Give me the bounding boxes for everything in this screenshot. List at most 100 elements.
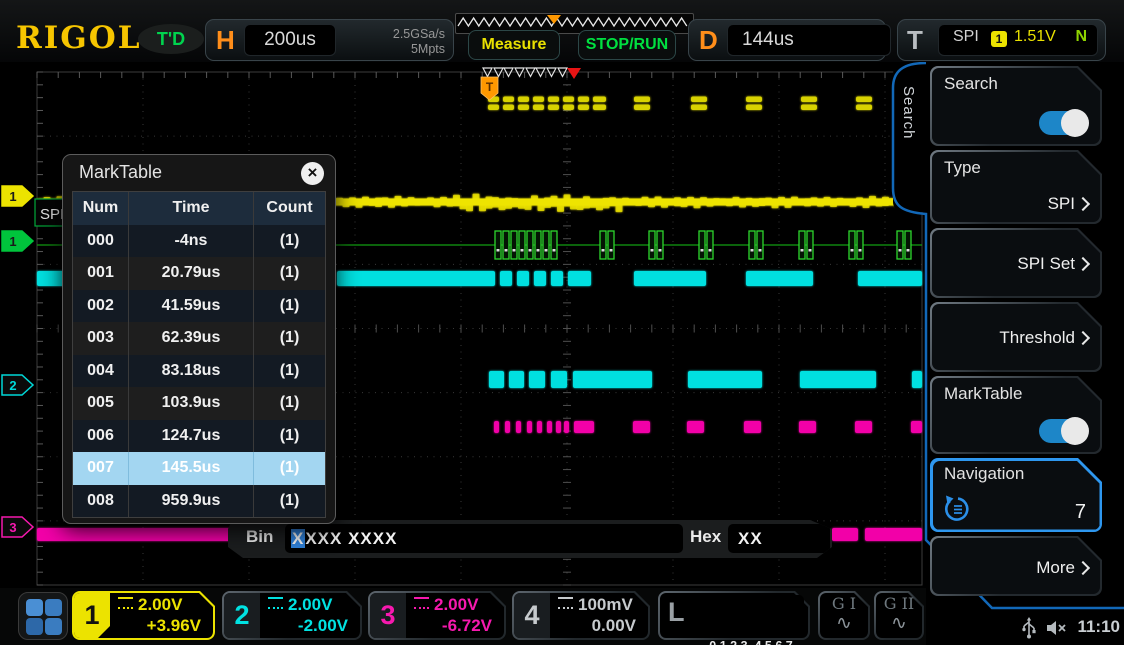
memory-depth: 5Mpts [393, 42, 445, 57]
generator-1-box[interactable]: G I ∿ [818, 591, 870, 640]
oscilloscope-screen: T1123SPI RIGOL T'D H 200us 2.5GSa/s 5Mpt… [0, 0, 1124, 645]
menu-item-threshold[interactable]: Threshold [930, 302, 1102, 372]
menu-grid-icon[interactable] [18, 592, 68, 640]
t-label: T [907, 25, 923, 56]
current-search-mark [567, 68, 581, 79]
bin-label: Bin [246, 527, 273, 547]
tab-search-label: Search [900, 86, 917, 140]
menu-item-marktable[interactable]: MarkTable [930, 376, 1102, 454]
timebase-value[interactable]: 200us [244, 24, 336, 56]
dc-coupling-icon [118, 597, 133, 609]
menu-item-search[interactable]: Search [930, 66, 1102, 146]
logic-channel-list: 0 1 2 3 4 5 6 78 9 1011 12131415 [698, 595, 804, 636]
table-row-selected[interactable]: 007145.5us(1) [73, 452, 325, 485]
tab-search[interactable]: Search [893, 64, 926, 212]
trigger-type: SPI [953, 28, 979, 46]
dc-coupling-icon [414, 597, 429, 609]
table-row[interactable]: 008959.9us(1) [73, 485, 325, 518]
measure-button[interactable]: Measure [468, 30, 560, 60]
channel-3-number: 3 [370, 593, 406, 638]
dc-coupling-icon [558, 597, 573, 609]
channel-1-burst-marks [488, 97, 872, 111]
logic-label: L [668, 597, 685, 628]
svg-text:3: 3 [9, 520, 16, 535]
logic-channels-box[interactable]: L 0 1 2 3 4 5 6 78 9 1011 12131415 [658, 591, 810, 640]
trigger-source-badge: 1 [991, 31, 1007, 47]
search-toggle[interactable] [1039, 111, 1086, 135]
chevron-right-icon [1076, 256, 1090, 270]
svg-text:1: 1 [9, 189, 16, 204]
channel-2-number: 2 [224, 593, 260, 638]
trigger-group[interactable]: T SPI 1 1.51V N [897, 19, 1106, 61]
generator-1-label: G I [818, 594, 870, 613]
channel-flag-1[interactable]: 1 [2, 231, 33, 251]
trigger-status-badge: T'D [138, 24, 204, 54]
more-label: More [1036, 558, 1088, 578]
menu-item-spi-set[interactable]: SPI Set [930, 228, 1102, 298]
column-header: Num [73, 192, 128, 225]
sample-rate: 2.5GSa/s [393, 27, 445, 42]
spi-set-label: SPI Set [1017, 254, 1088, 274]
close-icon[interactable]: × [301, 162, 324, 185]
usb-icon [1022, 617, 1036, 639]
horizontal-timebase-group[interactable]: H 200us 2.5GSa/s 5Mpts [205, 19, 454, 61]
type-label: Type [944, 158, 981, 178]
table-row[interactable]: 00362.39us(1) [73, 322, 325, 355]
bin-cursor: X [291, 529, 305, 548]
clock: 11:10 [1077, 617, 1120, 637]
overview-zigzag [456, 14, 691, 31]
table-row[interactable]: 006124.7us(1) [73, 420, 325, 453]
delay-group[interactable]: D 144us [688, 19, 886, 61]
table-row[interactable]: 00120.79us(1) [73, 257, 325, 290]
channel-2-trace-low [489, 371, 922, 388]
channel-flag-3[interactable]: 3 [2, 517, 33, 537]
search-toggle-label: Search [944, 74, 998, 94]
channel-4-scale: 100mV [578, 595, 633, 614]
table-row[interactable]: 00483.18us(1) [73, 355, 325, 388]
status-icons: 11:10 [1020, 613, 1124, 643]
type-value: SPI [1048, 194, 1088, 214]
svg-text:SPI: SPI [40, 206, 64, 223]
menu-item-navigation[interactable]: Navigation 7 [930, 458, 1102, 532]
channel-4-number: 4 [514, 593, 550, 638]
svg-text:T: T [486, 80, 494, 94]
channel-flag-2[interactable]: 2 [2, 375, 33, 395]
speaker-muted-icon [1046, 619, 1068, 637]
marktable-header: Num Time Count [73, 192, 325, 225]
menu-item-more[interactable]: More [930, 536, 1102, 596]
channel-3-scale: 2.00V [434, 595, 478, 614]
table-row[interactable]: 005103.9us(1) [73, 387, 325, 420]
channel-1-scale: 2.00V [138, 595, 182, 614]
navigation-value: 7 [1075, 501, 1086, 524]
marktable-toggle[interactable] [1039, 419, 1086, 443]
dc-coupling-icon [268, 597, 283, 609]
channel-2-scale: 2.00V [288, 595, 332, 614]
channel-2-box[interactable]: 2 2.00V -2.00V [222, 591, 362, 640]
chevron-right-icon [1076, 330, 1090, 344]
channel-2-offset: -2.00V [298, 616, 348, 636]
trigger-level: 1.51V [1014, 28, 1056, 46]
threshold-label: Threshold [999, 328, 1088, 348]
table-row[interactable]: 000-4ns(1) [73, 225, 325, 258]
sine-wave-icon: ∿ [818, 612, 870, 634]
navigation-dial-icon [942, 494, 972, 524]
bin-value: XXX XXXX [305, 529, 397, 548]
channel-4-box[interactable]: 4 100mV 0.00V [512, 591, 650, 640]
stop-run-button[interactable]: STOP/RUN [578, 30, 676, 60]
marktable-popup-title: MarkTable [79, 162, 162, 183]
h-label: H [216, 25, 235, 56]
chevron-right-icon [1076, 560, 1090, 574]
channel-3-box[interactable]: 3 2.00V -6.72V [368, 591, 506, 640]
channel-flag-1[interactable]: 1 [2, 186, 33, 206]
navigation-label: Navigation [944, 464, 1024, 484]
channel-1-box[interactable]: 1 2.00V +3.96V [72, 591, 215, 640]
menu-item-type[interactable]: Type SPI [930, 150, 1102, 224]
trigger-info[interactable]: SPI 1 1.51V N [938, 24, 1098, 56]
table-row[interactable]: 00241.59us(1) [73, 290, 325, 323]
delay-value[interactable]: 144us [727, 24, 891, 56]
svg-text:2: 2 [9, 378, 16, 393]
d-label: D [699, 25, 718, 56]
marktable-popup: MarkTable × Num Time Count 000-4ns(1) 00… [62, 154, 336, 524]
column-header: Time [128, 192, 254, 225]
svg-text:1: 1 [9, 234, 16, 249]
